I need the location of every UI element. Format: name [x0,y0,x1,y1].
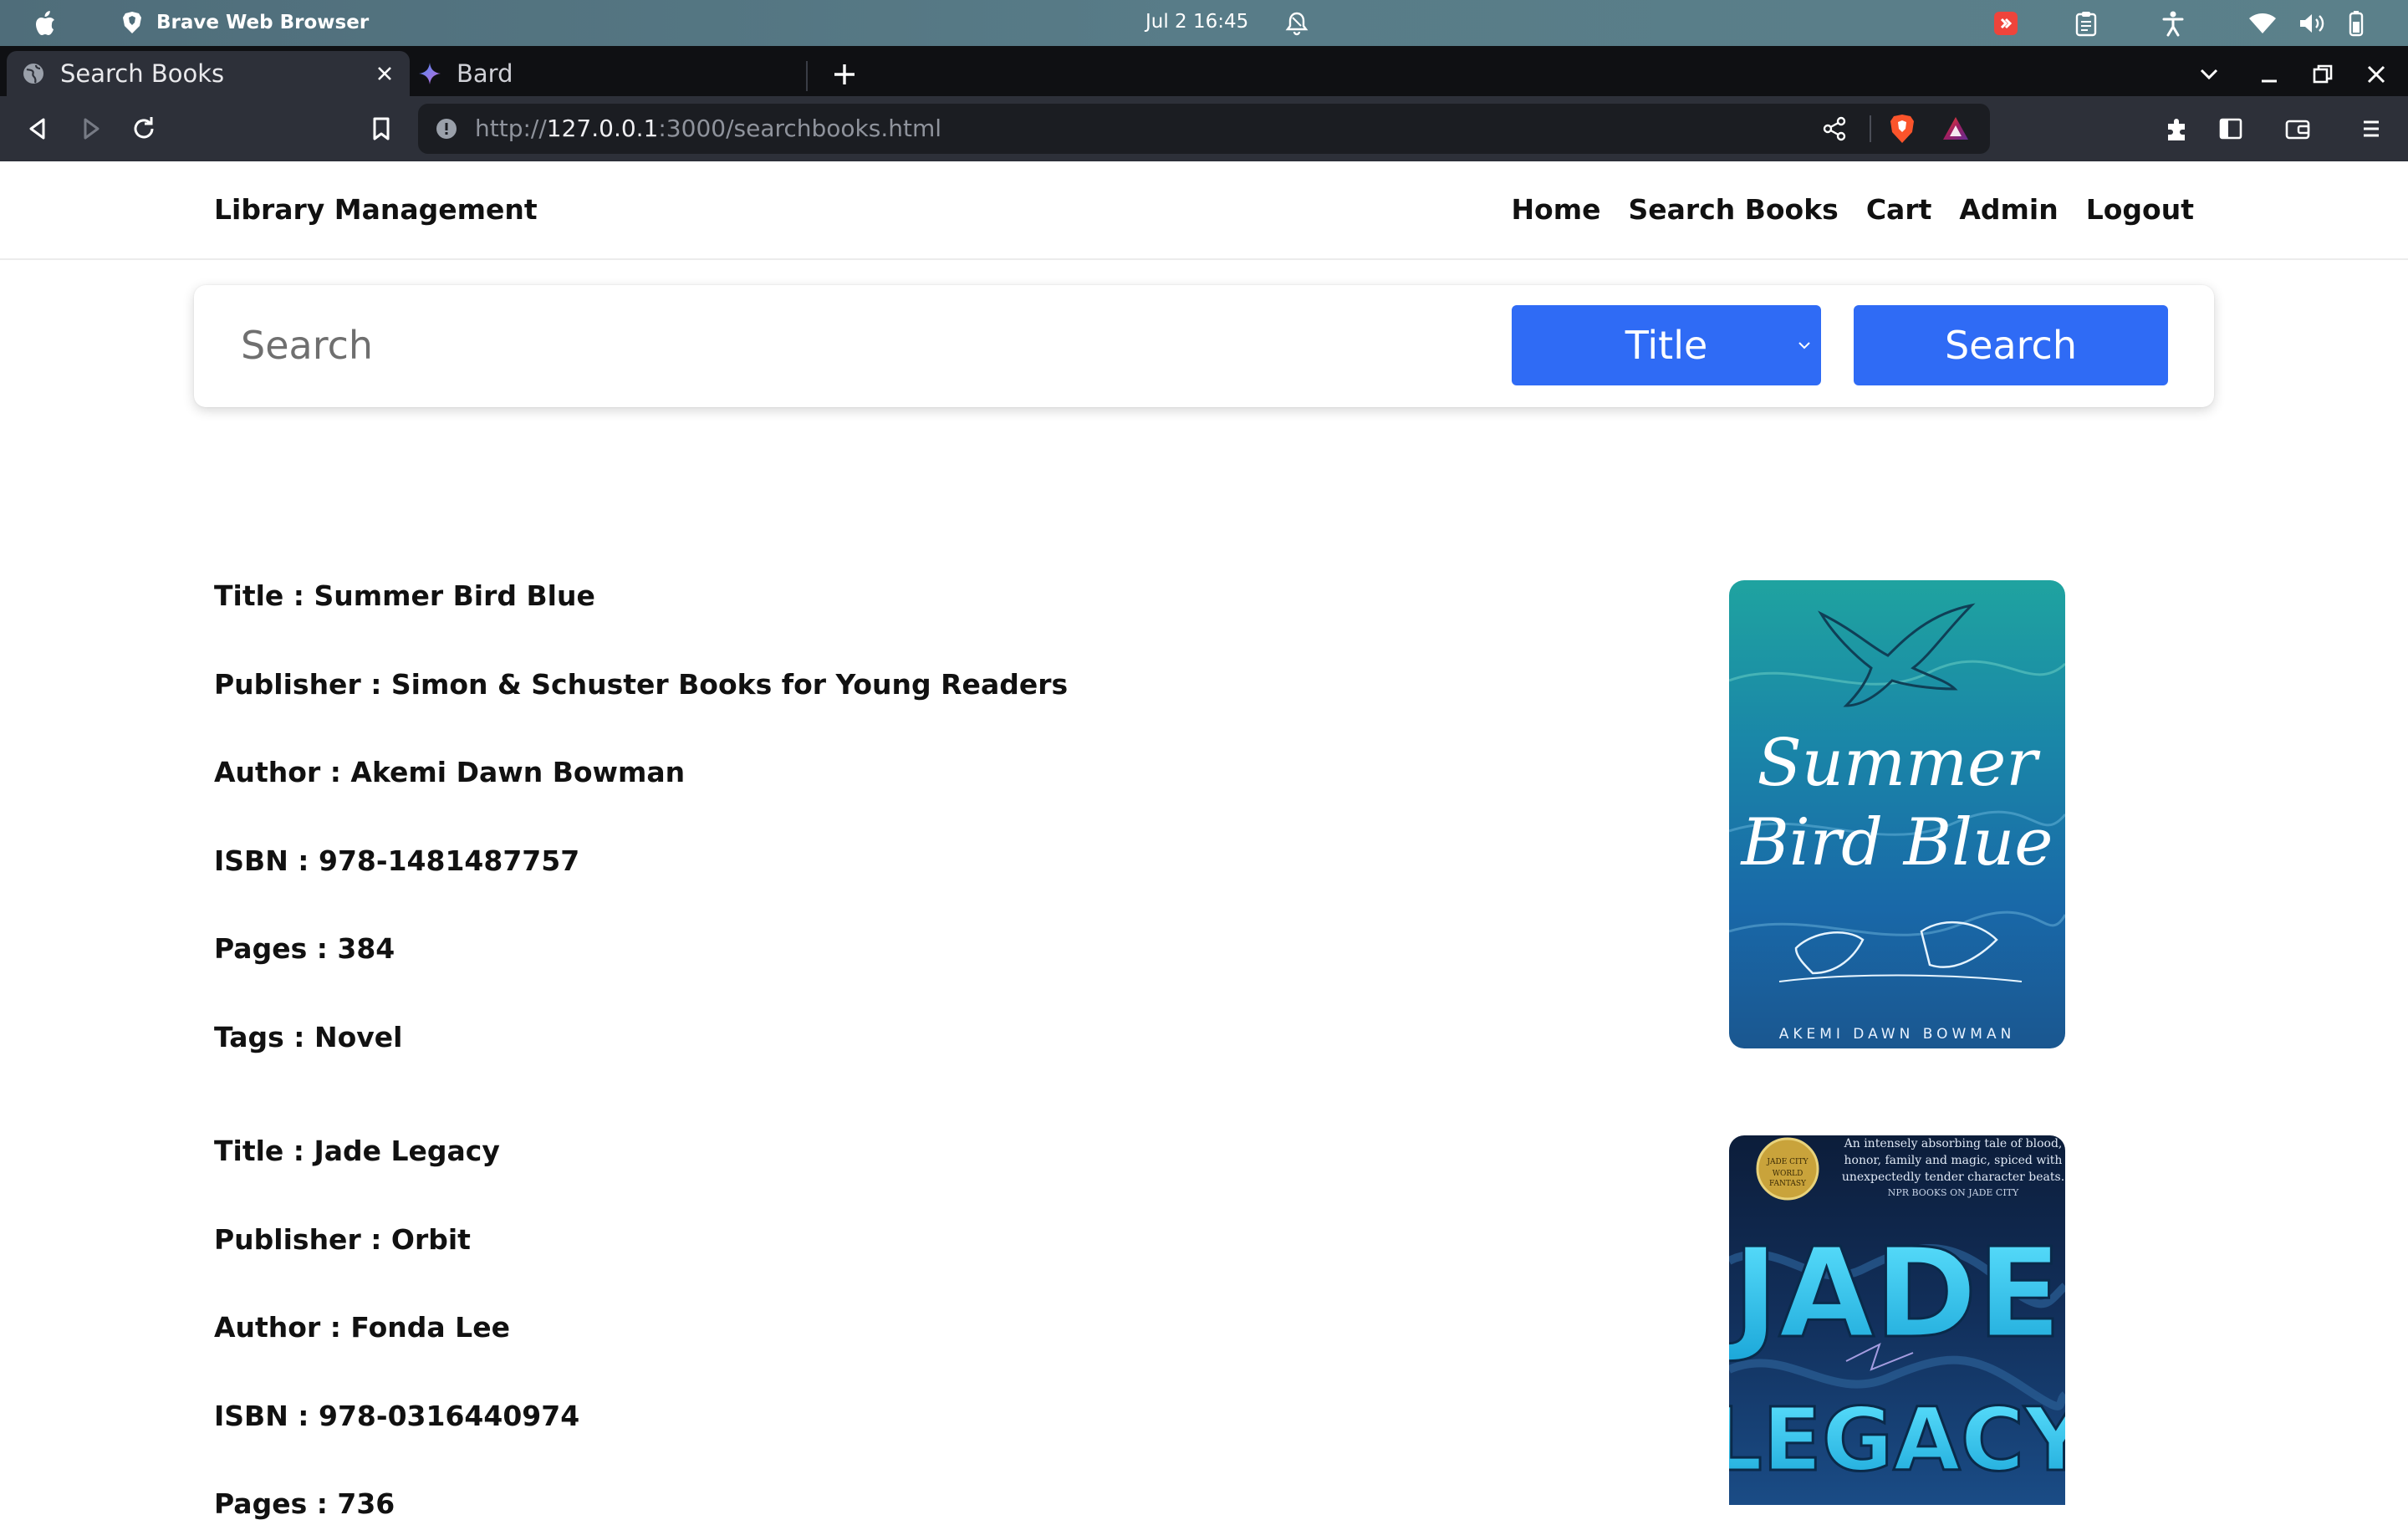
nav-search-books-link[interactable]: Search Books [1629,193,1839,226]
tab-label: Search Books [60,59,225,88]
cover-quote-line1: An intensely absorbing tale of blood, [1844,1137,2063,1150]
nav-logout-link[interactable]: Logout [2086,193,2194,226]
brave-app-icon [123,12,141,33]
browser-toolbar: http://127.0.0.1:3000/searchbooks.html [0,96,2408,161]
svg-text:WORLD: WORLD [1773,1170,1803,1178]
book-author: Author : Akemi Dawn Bowman [214,756,686,788]
restore-icon[interactable] [2306,58,2339,91]
svg-text:FANTASY: FANTASY [1769,1180,1807,1188]
tab-bard[interactable]: Bard [413,51,806,96]
search-card: Title Search [194,285,2214,407]
book-publisher: Publisher : Simon & Schuster Books for Y… [214,668,1069,701]
site-navbar: Library Management Home Search Books Car… [0,161,2408,260]
reload-icon[interactable] [127,112,161,145]
tab-separator [806,61,808,91]
book-title: Title : Jade Legacy [214,1135,500,1167]
bell-icon[interactable] [1284,10,1309,37]
cover-quote-line2: honor, family and magic, spiced with [1844,1154,2063,1167]
cover-title-line2: LEGACY [1729,1389,2065,1491]
book-isbn: ISBN : 978-1481487757 [214,844,580,877]
extensions-icon[interactable] [2161,112,2194,145]
tab-search-books[interactable]: Search Books [7,51,410,96]
menu-icon[interactable] [2354,112,2388,145]
cover-title-line1: JADE [1729,1222,2062,1365]
battery-icon[interactable] [2341,10,2370,37]
book-cover-image: JADE CITY WORLD FANTASY An intensely abs… [1729,1135,2065,1505]
cover-quote-line3: unexpectedly tender character beats. [1842,1171,2064,1184]
sidebar-icon[interactable] [2214,112,2247,145]
site-info-icon[interactable] [435,117,458,140]
tab-strip: Search Books Bard [0,46,2408,96]
nav-cart-link[interactable]: Cart [1866,193,1932,226]
nav-links: Home Search Books Cart Admin Logout [1511,193,2194,226]
search-button[interactable]: Search [1854,305,2168,385]
active-app-name[interactable]: Brave Web Browser [156,12,369,33]
apple-icon[interactable] [32,8,62,38]
url-scheme: http:// [475,115,547,142]
brave-shields-icon[interactable] [1888,114,1916,144]
book-pages: Pages : 736 [214,1487,395,1520]
os-top-bar: Brave Web Browser Jul 2 16:45 [0,0,2408,46]
web-page: Library Management Home Search Books Car… [0,161,2408,1520]
forward-icon[interactable] [74,112,107,145]
brave-rewards-icon[interactable] [1941,115,1970,142]
anydesk-tray-icon[interactable] [1992,10,2020,37]
close-window-icon[interactable] [2360,58,2393,91]
wifi-icon[interactable] [2247,10,2278,37]
address-bar[interactable]: http://127.0.0.1:3000/searchbooks.html [418,104,1990,154]
share-icon[interactable] [1821,115,1848,142]
book-title: Title : Summer Bird Blue [214,579,595,612]
cover-quote-source: NPR BOOKS ON JADE CITY [1888,1187,2019,1198]
cover-author: AKEMI DAWN BOWMAN [1779,1026,2016,1043]
book-tags: Tags : Novel [214,1021,403,1053]
book-publisher: Publisher : Orbit [214,1223,471,1256]
search-filter-value: Title [1625,323,1708,368]
clock[interactable]: Jul 2 16:45 [1145,11,1248,33]
jade-legacy-cover: JADE CITY WORLD FANTASY An intensely abs… [1729,1135,2065,1505]
accessibility-icon[interactable] [2159,10,2187,37]
tab-label: Bard [457,59,513,88]
bard-sparkle-icon [419,63,441,84]
search-input[interactable] [214,303,1485,387]
url-path: :3000/searchbooks.html [658,115,942,142]
back-icon[interactable] [22,112,55,145]
nav-home-link[interactable]: Home [1511,193,1600,226]
bookmark-icon[interactable] [365,112,398,145]
nav-admin-link[interactable]: Admin [1959,193,2058,226]
book-author: Author : Fonda Lee [214,1311,510,1344]
tab-list-chevron-icon[interactable] [2192,58,2226,91]
search-filter-select[interactable]: Title [1512,305,1821,385]
volume-icon[interactable] [2298,10,2328,37]
cover-title-line1: Summer [1757,726,2041,801]
minimize-icon[interactable] [2252,58,2286,91]
svg-text:JADE CITY: JADE CITY [1766,1158,1809,1166]
url-host: 127.0.0.1 [546,115,659,142]
new-tab-icon[interactable] [828,58,861,91]
cover-title-line2: Bird Blue [1740,805,2053,880]
close-tab-icon[interactable] [373,62,396,85]
url-text[interactable]: http://127.0.0.1:3000/searchbooks.html [475,115,941,142]
wallet-icon[interactable] [2281,112,2314,145]
site-brand[interactable]: Library Management [214,193,538,226]
book-isbn: ISBN : 978-0316440974 [214,1400,580,1432]
urlbar-divider [1870,115,1871,142]
clipboard-icon[interactable] [2072,10,2100,37]
chevron-down-icon [1798,342,1810,349]
globe-icon [23,64,43,84]
summer-bird-blue-cover: Summer Bird Blue AKEMI DAWN BOWMAN [1729,580,2065,1048]
book-pages: Pages : 384 [214,932,395,965]
book-cover-image: Summer Bird Blue AKEMI DAWN BOWMAN [1729,580,2065,1048]
